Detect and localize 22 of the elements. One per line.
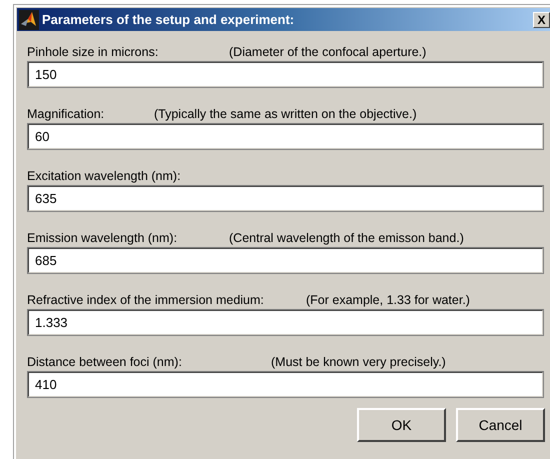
field-label: Distance between foci (nm):	[27, 355, 183, 369]
field-label: Refractive index of the immersion medium:	[27, 293, 265, 307]
input-field[interactable]: 685	[27, 247, 544, 274]
field-hint: (Central wavelength of the emisson band.)	[229, 231, 464, 245]
field-hint: (Diameter of the confocal aperture.)	[229, 45, 426, 59]
field-hint: (For example, 1.33 for water.)	[306, 293, 470, 307]
input-field[interactable]: 150	[27, 61, 544, 88]
app-logo-icon	[19, 10, 39, 30]
field-label: Magnification:	[27, 107, 106, 121]
field-label: Excitation wavelength (nm):	[27, 169, 181, 183]
input-field[interactable]: 60	[27, 123, 544, 150]
input-field[interactable]: 410	[27, 371, 544, 398]
field-hint: (Must be known very precisely.)	[271, 355, 446, 369]
cancel-button[interactable]: Cancel	[456, 408, 545, 442]
field-hint: (Typically the same as written on the objective.)	[154, 107, 417, 121]
close-button[interactable]: X	[533, 12, 550, 28]
input-field[interactable]: 635	[27, 185, 544, 212]
field-label: Emission wavelength (nm):	[27, 231, 178, 245]
field-label: Pinhole size in microns:	[27, 45, 160, 59]
window-title: Parameters of the setup and experiment:	[42, 12, 296, 27]
input-field[interactable]: 1.333	[27, 309, 544, 336]
ok-button[interactable]: OK	[357, 408, 446, 442]
